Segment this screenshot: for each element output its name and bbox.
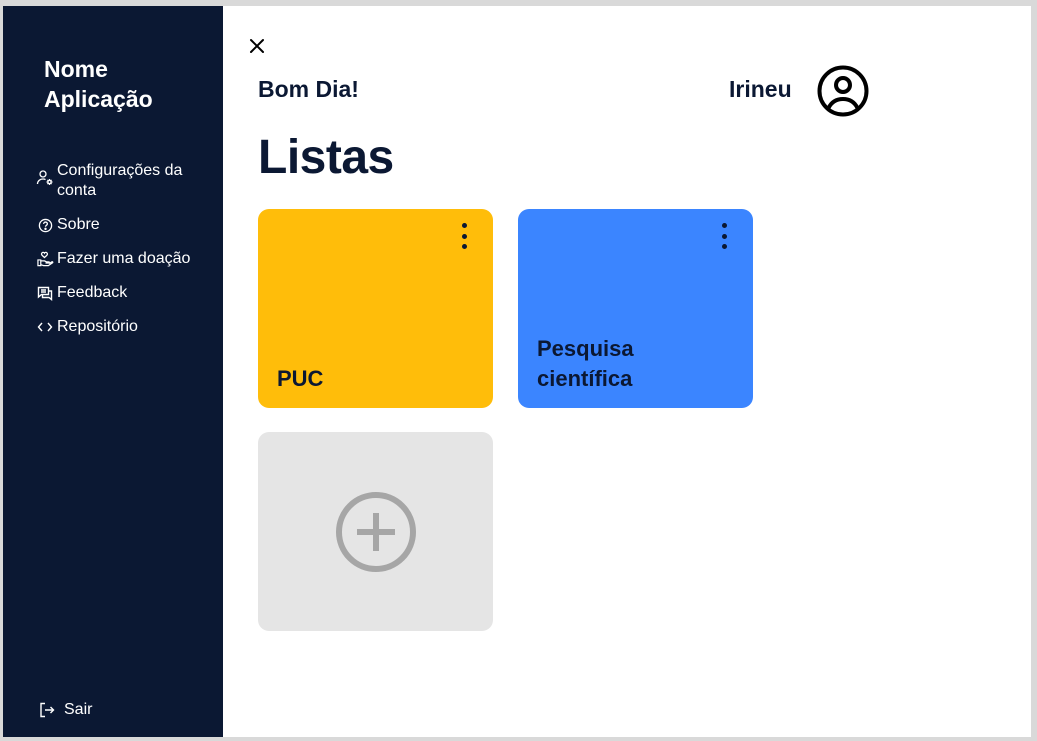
app-name: Nome Aplicação (44, 56, 153, 112)
more-options-icon[interactable] (717, 223, 731, 249)
app-window: Nome Aplicação Configurações da conta So… (3, 6, 1031, 737)
sidebar-item-about[interactable]: Sobre (35, 215, 215, 235)
user-avatar-icon[interactable] (816, 64, 870, 118)
more-options-icon[interactable] (457, 223, 471, 249)
sidebar-item-repository[interactable]: Repositório (35, 317, 215, 337)
username: Irineu (729, 76, 792, 102)
list-card-title: Pesquisa científica (537, 336, 634, 391)
sidebar-item-account-settings[interactable]: Configurações da conta (35, 161, 215, 201)
sidebar-item-label: Feedback (57, 284, 128, 301)
chat-icon (35, 283, 55, 303)
help-circle-icon (35, 215, 55, 235)
sidebar-item-feedback[interactable]: Feedback (35, 283, 215, 303)
sidebar-item-label: Sobre (57, 216, 100, 233)
list-card-title: PUC (277, 366, 324, 391)
page-title: Listas (258, 131, 394, 184)
user-gear-icon (35, 168, 55, 188)
logout-icon (37, 700, 57, 720)
list-card-puc[interactable]: PUC (258, 209, 493, 408)
add-circle-icon (335, 491, 416, 572)
sidebar: Nome Aplicação Configurações da conta So… (3, 6, 223, 737)
hand-heart-icon (35, 249, 55, 269)
sidebar-nav: Configurações da conta Sobre Fazer uma d… (35, 161, 215, 351)
sidebar-item-donate[interactable]: Fazer uma doação (35, 249, 215, 269)
add-list-button[interactable] (258, 432, 493, 631)
code-icon (35, 317, 55, 337)
close-icon (250, 39, 264, 53)
logout-label: Sair (64, 701, 93, 718)
sidebar-item-label: Repositório (57, 318, 138, 335)
greeting: Bom Dia! (258, 76, 359, 102)
sidebar-item-label: Configurações da conta (57, 162, 183, 199)
logout-button[interactable]: Sair (37, 700, 92, 720)
list-card-pesquisa[interactable]: Pesquisa científica (518, 209, 753, 408)
close-button[interactable] (247, 36, 267, 56)
sidebar-item-label: Fazer uma doação (57, 250, 191, 267)
